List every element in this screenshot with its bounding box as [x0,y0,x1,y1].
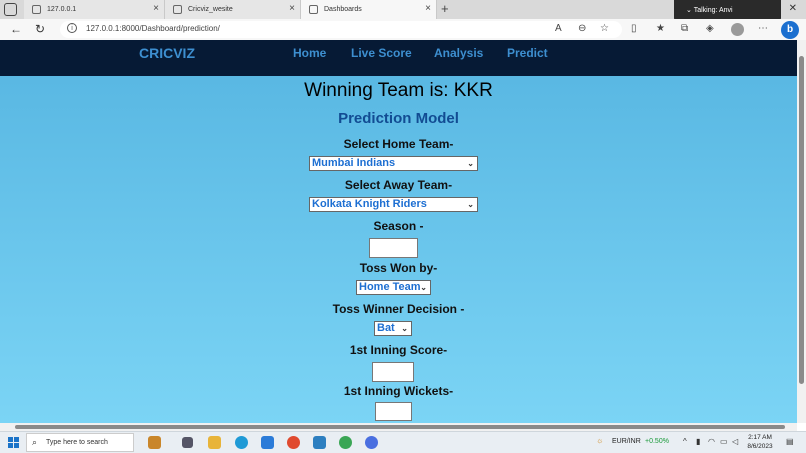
microphone-icon[interactable]: ▮ [696,437,700,446]
close-tab-icon[interactable]: × [289,3,295,14]
home-team-select[interactable]: Mumbai Indians ⌄ [309,156,478,171]
page-icon [309,5,318,14]
horizontal-scrollbar[interactable] [0,423,797,431]
page-icon [173,5,182,14]
edge-browser-icon[interactable] [235,436,248,449]
briefcase-app-icon[interactable] [148,436,161,449]
url-bar[interactable]: i 127.0.0.1:8000/Dashboard/prediction/ [60,21,622,38]
site-navbar: CRICVIZ Home Live Score Analysis Predict [0,40,797,76]
favorite-star-icon[interactable]: ☆ [600,23,609,34]
windows-start-icon[interactable] [8,437,19,448]
tab-actions-icon[interactable] [4,3,17,16]
toss-decision-label: Toss Winner Decision - [332,302,465,316]
url-text[interactable]: 127.0.0.1:8000/Dashboard/prediction/ [86,24,220,33]
chrome-profile-icon[interactable] [339,436,352,449]
toss-decision-value: Bat [377,322,395,334]
ticker-label[interactable]: EUR/INR [612,438,641,445]
tab-label: Cricviz_wesite [188,6,233,13]
battery-icon[interactable]: ▭ [720,437,728,446]
first-inning-score-input[interactable] [372,362,414,382]
refresh-icon[interactable]: ↻ [35,22,45,36]
window-close-icon[interactable]: ✕ [789,3,797,14]
chevron-down-icon: ⌄ [420,283,427,292]
chevron-up-icon[interactable]: ^ [683,437,687,446]
nav-predict[interactable]: Predict [507,46,548,60]
search-icon: ⌕ [32,437,38,447]
season-input[interactable] [369,238,418,258]
nav-live-score[interactable]: Live Score [351,46,412,60]
away-team-label: Select Away Team- [344,178,453,192]
away-team-value: Kolkata Knight Riders [312,198,427,210]
taskbar: ⌕ Type here to search ☼ EUR/INR +0.50% ^… [0,431,806,453]
nav-home[interactable]: Home [293,46,326,60]
split-screen-icon[interactable]: ▯ [631,23,637,34]
close-tab-icon[interactable]: × [425,3,431,14]
shield-icon[interactable]: ◈ [706,23,714,34]
clock-time[interactable]: 2:17 AM [744,434,776,441]
first-inning-wickets-input[interactable] [375,402,412,421]
task-view-icon[interactable] [182,437,193,448]
volume-icon[interactable]: ◁ [732,437,738,446]
wifi-icon[interactable]: ◠ [708,437,715,446]
zoom-icon[interactable]: ⊖ [578,23,586,34]
winning-team-result: Winning Team is: KKR [304,80,493,101]
tab-label: 127.0.0.1 [47,6,77,13]
horizontal-scroll-thumb[interactable] [15,425,785,429]
vertical-scroll-thumb[interactable] [799,56,804,384]
tab-dashboards[interactable]: Dashboards × [301,0,437,19]
zoom-app-icon[interactable] [365,436,378,449]
tab-localhost[interactable]: 127.0.0.1 × [24,0,165,19]
chevron-down-icon: ⌄ [686,7,692,14]
page-icon [32,5,41,14]
weather-icon[interactable]: ☼ [596,436,603,445]
away-team-select[interactable]: Kolkata Knight Riders ⌄ [309,197,478,212]
chevron-down-icon: ⌄ [467,159,474,168]
tab-cricviz-website[interactable]: Cricviz_wesite × [165,0,301,19]
notification-icon[interactable]: ▤ [786,437,794,446]
close-tab-icon[interactable]: × [153,3,159,14]
address-toolbar: ← ↻ i 127.0.0.1:8000/Dashboard/predictio… [0,19,806,40]
page-title: Prediction Model [338,110,459,127]
first-inning-wickets-label: 1st Inning Wickets- [343,384,454,398]
home-team-value: Mumbai Indians [312,157,396,169]
more-menu-icon[interactable]: ⋯ [758,23,768,34]
toss-won-label: Toss Won by- [359,261,438,275]
info-icon[interactable]: i [67,23,77,33]
taskbar-search-input[interactable]: ⌕ Type here to search [26,433,134,452]
toss-decision-select[interactable]: Bat ⌄ [374,321,412,336]
toss-won-value: Home Team [359,281,421,293]
vscode-icon[interactable] [261,436,274,449]
tab-label: Dashboards [324,6,362,13]
chevron-down-icon: ⌄ [467,200,474,209]
first-inning-score-label: 1st Inning Score- [349,343,448,357]
read-aloud-icon[interactable]: A [555,23,562,34]
web-page: CRICVIZ Home Live Score Analysis Predict… [0,40,797,423]
file-explorer-icon[interactable] [208,436,221,449]
copilot-icon[interactable]: b [781,21,799,39]
profile-avatar[interactable] [731,23,744,36]
vertical-scrollbar[interactable] [797,40,806,423]
nav-analysis[interactable]: Analysis [434,46,483,60]
tab-strip: 127.0.0.1 × Cricviz_wesite × Dashboards … [0,0,806,22]
toss-won-select[interactable]: Home Team ⌄ [356,280,431,295]
ticker-change: +0.50% [645,438,669,445]
back-icon[interactable]: ← [10,22,22,36]
search-placeholder: Type here to search [46,439,108,446]
new-tab-icon[interactable]: + [441,1,449,16]
favorites-icon[interactable]: ★ [656,23,665,34]
chevron-down-icon: ⌄ [401,324,408,333]
clock-date[interactable]: 8/6/2023 [744,443,776,450]
call-notification-text: Talking: Anvi [693,7,733,14]
site-brand[interactable]: CRICVIZ [139,45,195,61]
season-label: Season - [373,219,424,233]
chrome-icon[interactable] [287,436,300,449]
home-team-label: Select Home Team- [343,137,454,151]
app-icon[interactable] [313,436,326,449]
collections-icon[interactable]: ⧉ [681,23,688,34]
